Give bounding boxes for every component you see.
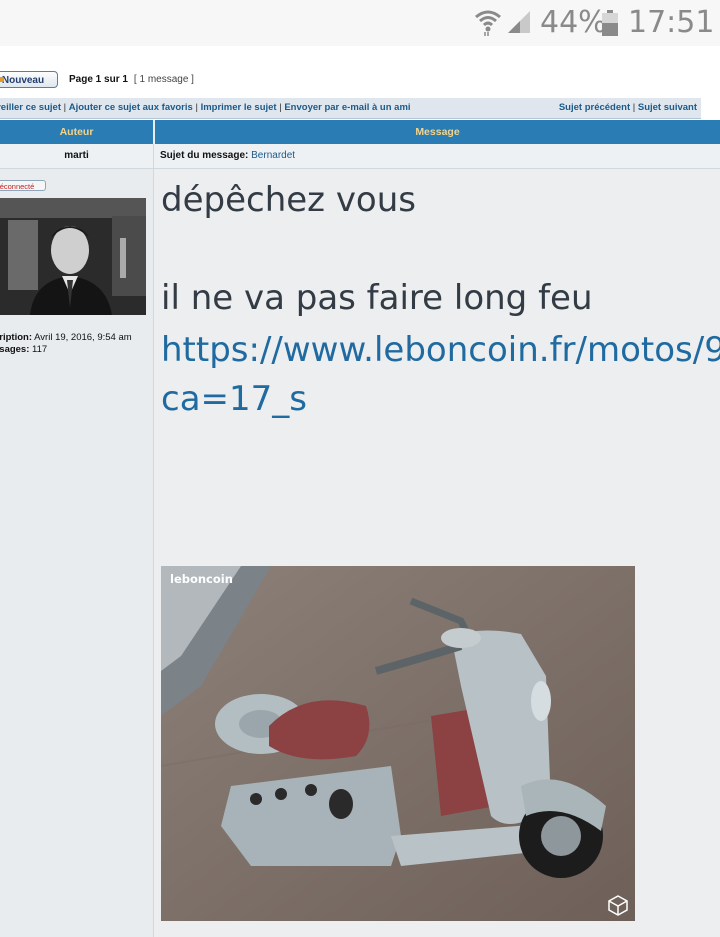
post-url-link[interactable]: https://www.leboncoin.fr/motos/9 ca=17_s: [161, 326, 720, 424]
registration-label: cription:: [0, 332, 32, 343]
new-topic-button[interactable]: Nouveau: [0, 71, 58, 88]
post-subject: Sujet du message: Bernardet: [160, 144, 295, 168]
messages-label: ssages:: [0, 344, 30, 355]
wifi-icon: [475, 10, 501, 36]
status-bar: 44% 17:51: [0, 0, 720, 46]
leboncoin-watermark: leboncoin: [170, 572, 233, 586]
post-text-line-2: il ne va pas faire long feu: [161, 278, 593, 318]
post-header-row: marti Sujet du message: Bernardet: [0, 144, 720, 169]
messages-count: 117: [32, 344, 48, 355]
pagination-info: Page 1 sur 1 [ 1 message ]: [69, 74, 194, 85]
message-column-header: Message: [415, 126, 460, 138]
post-table-header: Auteur Message: [0, 120, 720, 144]
battery-percent: 44%: [540, 5, 607, 40]
registration-info: cription: Avril 19, 2016, 9:54 am: [0, 332, 132, 343]
topic-toolbar: Nouveau Page 1 sur 1 [ 1 message ]: [0, 70, 720, 92]
registration-date: Avril 19, 2016, 9:54 am: [34, 332, 132, 343]
clock: 17:51: [628, 5, 715, 40]
scooter-photo: [161, 566, 635, 921]
page-number: Page 1 sur 1: [69, 74, 128, 85]
previous-topic-link[interactable]: Sujet précédent: [559, 102, 630, 113]
post-text-line-1: dépêchez vous: [161, 180, 416, 220]
new-topic-label: Nouveau: [1, 75, 45, 86]
topic-actions-bar: urveiller ce sujet | Ajouter ce sujet au…: [0, 98, 701, 119]
cell-signal-icon: [508, 11, 530, 33]
subject-label: Sujet du message:: [160, 150, 249, 161]
post-image-scooter[interactable]: leboncoin: [161, 566, 635, 921]
3d-cube-icon: [608, 895, 628, 916]
subject-link[interactable]: Bernardet: [251, 150, 295, 161]
forum-topic-page: Nouveau Page 1 sur 1 [ 1 message ] urveil…: [0, 46, 720, 937]
avatar-image: [0, 198, 146, 315]
add-favorite-link[interactable]: Ajouter ce sujet aux favoris: [69, 102, 193, 113]
post-url-line-2: ca=17_s: [161, 379, 307, 419]
print-topic-link[interactable]: Imprimer le sujet: [201, 102, 277, 113]
avatar[interactable]: [0, 198, 146, 315]
post-author[interactable]: marti: [0, 144, 153, 168]
watch-topic-link[interactable]: urveiller ce sujet: [0, 102, 61, 113]
email-friend-link[interactable]: Envoyer par e-mail à un ami: [284, 102, 410, 113]
new-topic-icon: [0, 77, 4, 82]
offline-status-badge: éconnecté: [0, 180, 46, 191]
next-topic-link[interactable]: Sujet suivant: [638, 102, 697, 113]
messages-info: ssages: 117: [0, 344, 47, 355]
battery-icon: [602, 10, 618, 36]
message-count: [ 1 message ]: [133, 74, 194, 85]
post-url-line-1: https://www.leboncoin.fr/motos/9: [161, 330, 720, 370]
author-column-header: Auteur: [59, 126, 94, 138]
